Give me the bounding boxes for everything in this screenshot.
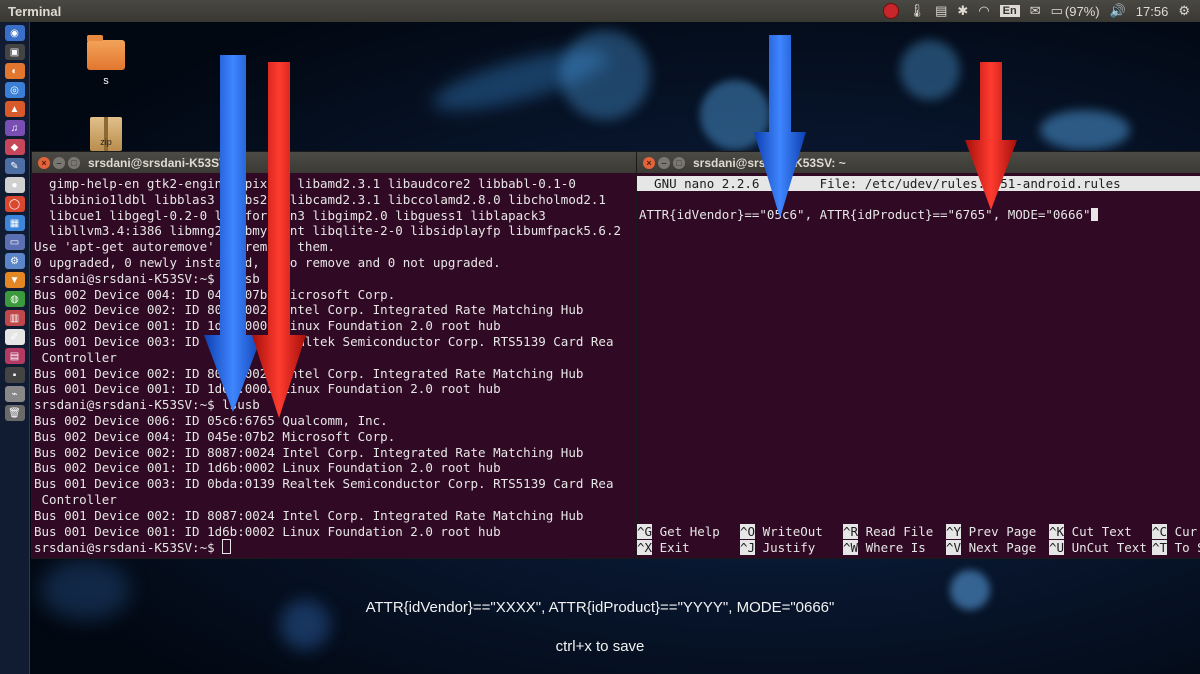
blue-arrow-right <box>754 35 806 218</box>
annotation-arrows <box>204 35 1017 418</box>
red-arrow-left <box>252 62 306 418</box>
blue-arrow-left <box>204 55 262 412</box>
red-arrow-right <box>965 62 1017 210</box>
